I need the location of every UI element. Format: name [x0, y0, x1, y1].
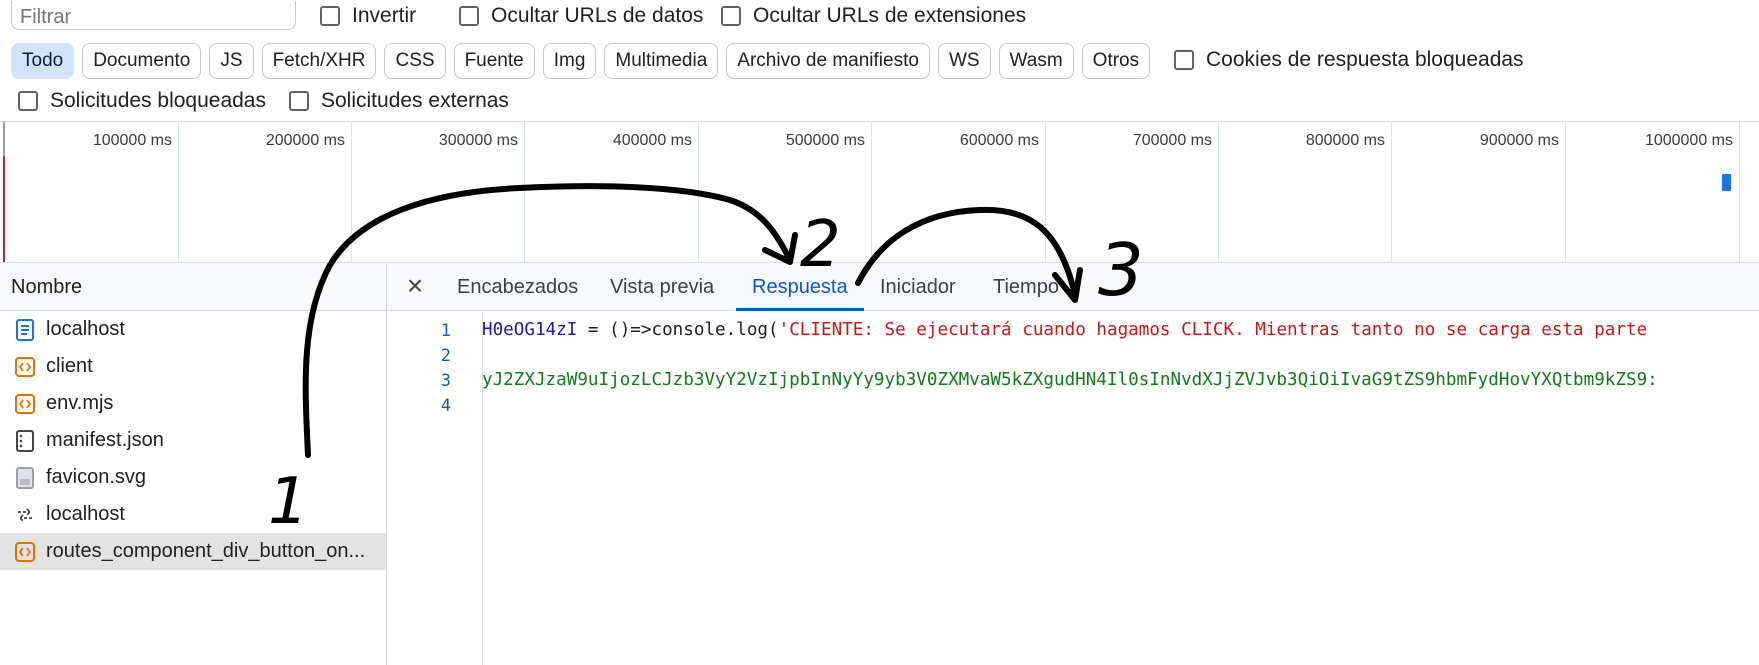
timeline-request-bar [1722, 174, 1731, 191]
blocked-response-cookies-checkbox[interactable]: Cookies de respuesta bloqueadas [1174, 48, 1524, 72]
script-icon [14, 541, 36, 563]
timeline-division: 700000 ms [1046, 122, 1219, 263]
timeline-tick-label: 400000 ms [612, 132, 692, 149]
hide-data-urls-label: Ocultar URLs de datos [491, 4, 704, 27]
script-icon [14, 356, 36, 378]
request-name: env.mjs [46, 392, 114, 414]
request-row-selected[interactable]: routes_component_div_button_on... [0, 533, 386, 570]
timeline-tick-label: 800000 ms [1305, 132, 1385, 149]
request-detail-panel: × Encabezados Vista previa Respuesta Ini… [388, 263, 1759, 665]
invert-checkbox[interactable]: Invertir [320, 4, 416, 28]
hide-extension-urls-checkbox[interactable]: Ocultar URLs de extensiones [721, 4, 1026, 28]
type-filter-media[interactable]: Multimedia [604, 43, 719, 79]
blocked-response-cookies-label: Cookies de respuesta bloqueadas [1206, 48, 1524, 71]
timeline-tick-label: 1000000 ms [1644, 132, 1733, 149]
script-icon [14, 393, 36, 415]
third-party-requests-checkbox[interactable]: Solicitudes externas [289, 89, 509, 113]
request-name: client [46, 355, 93, 377]
document-icon [14, 318, 36, 341]
blocked-requests-checkbox[interactable]: Solicitudes bloqueadas [18, 89, 266, 113]
type-filter-font[interactable]: Fuente [453, 43, 535, 79]
timeline-division: 400000 ms [525, 122, 699, 263]
checkbox-box[interactable] [459, 6, 479, 26]
request-row[interactable]: localhost [0, 311, 386, 348]
request-list: Nombre localhost client env.mjs manifest… [0, 263, 387, 665]
timeline-division: 100000 ms [0, 122, 179, 263]
request-name: routes_component_div_button_on... [46, 540, 366, 562]
code-line-3: yJ2ZXJzaW9uIjozLCJzb3VyY2VzIjpbInNyYy9yb… [482, 370, 1658, 390]
code-string: 'CLIENTE: Se ejecutará cuando hagamos CL… [778, 320, 1648, 340]
code-operator: = ()=>console.log( [577, 320, 779, 340]
type-filter-all[interactable]: Todo [11, 43, 75, 79]
checkbox-box[interactable] [1174, 50, 1194, 70]
type-filter-wasm[interactable]: Wasm [998, 43, 1074, 79]
timeline-division: 900000 ms [1392, 122, 1566, 263]
timeline-tick-label: 500000 ms [785, 132, 865, 149]
request-row[interactable]: env.mjs [0, 385, 386, 422]
code-identifier: H0eOG14zI [482, 320, 578, 340]
tab-timing[interactable]: Tiempo [993, 263, 1059, 311]
line-number: 4 [440, 396, 451, 416]
blocked-requests-label: Solicitudes bloqueadas [50, 89, 266, 112]
type-filter-js[interactable]: JS [209, 43, 254, 79]
filter-input[interactable] [11, 1, 296, 30]
response-code-viewer[interactable]: 1 2 3 4 H0eOG14zI = ()=>console.log('CLI… [388, 311, 1759, 665]
timeline-division: 200000 ms [179, 122, 352, 263]
third-party-requests-label: Solicitudes externas [321, 89, 509, 112]
tab-response[interactable]: Respuesta [736, 263, 864, 311]
timeline-division: 800000 ms [1219, 122, 1392, 263]
checkbox-box[interactable] [721, 6, 741, 26]
requests-and-details: Nombre localhost client env.mjs manifest… [0, 262, 1759, 665]
request-row[interactable]: client [0, 348, 386, 385]
timeline-tick-label: 600000 ms [959, 132, 1039, 149]
image-icon [14, 466, 36, 489]
request-name: localhost [46, 318, 125, 340]
timeline-division: 300000 ms [352, 122, 525, 263]
request-row[interactable]: manifest.json [0, 422, 386, 459]
timeline-tick-label: 300000 ms [438, 132, 518, 149]
tab-preview[interactable]: Vista previa [610, 263, 714, 311]
request-row[interactable]: favicon.svg [0, 459, 386, 496]
timeline-tick-label: 700000 ms [1132, 132, 1212, 149]
request-row[interactable]: localhost [0, 496, 386, 533]
close-icon[interactable]: × [402, 272, 428, 300]
timeline-division: 1000000 ms [1566, 122, 1740, 263]
timeline-tick-label: 200000 ms [265, 132, 345, 149]
timeline-division: 600000 ms [872, 122, 1046, 263]
invert-label: Invertir [352, 4, 417, 27]
timeline-tick-label: 100000 ms [92, 132, 172, 149]
code-line-1: H0eOG14zI = ()=>console.log('CLIENTE: Se… [482, 320, 1647, 340]
timeline-division: 500000 ms [699, 122, 872, 263]
line-number-gutter: 1 2 3 4 [388, 311, 483, 665]
type-filter-fetch-xhr[interactable]: Fetch/XHR [261, 43, 377, 79]
type-filter-manifest[interactable]: Archivo de manifiesto [726, 43, 930, 79]
type-filter-ws[interactable]: WS [937, 43, 991, 79]
websocket-icon [14, 504, 36, 526]
checkbox-box[interactable] [289, 91, 309, 111]
type-filter-img[interactable]: Img [542, 43, 597, 79]
name-column-header[interactable]: Nombre [0, 263, 386, 311]
line-number: 1 [440, 321, 451, 341]
timeline-tick-label: 900000 ms [1479, 132, 1559, 149]
type-filter-other[interactable]: Otros [1081, 43, 1151, 79]
resource-type-filters: Todo Documento JS Fetch/XHR CSS Fuente I… [11, 42, 1151, 80]
checkbox-box[interactable] [320, 6, 340, 26]
request-name: manifest.json [46, 429, 164, 451]
hide-data-urls-checkbox[interactable]: Ocultar URLs de datos [459, 4, 703, 28]
filter-toolbar: Invertir Ocultar URLs de datos Ocultar U… [0, 0, 1759, 34]
tab-headers[interactable]: Encabezados [457, 263, 578, 311]
line-number: 2 [440, 346, 451, 366]
detail-tabs: × Encabezados Vista previa Respuesta Ini… [388, 263, 1759, 311]
tab-initiator[interactable]: Iniciador [880, 263, 956, 311]
line-number: 3 [440, 371, 451, 391]
type-filter-document[interactable]: Documento [82, 43, 202, 79]
file-icon [14, 429, 36, 452]
type-filter-css[interactable]: CSS [384, 43, 446, 79]
request-name: favicon.svg [46, 466, 147, 488]
hide-extension-urls-label: Ocultar URLs de extensiones [753, 4, 1027, 27]
request-name: localhost [46, 503, 125, 525]
checkbox-box[interactable] [18, 91, 38, 111]
network-overview-timeline[interactable]: 100000 ms 200000 ms 300000 ms 400000 ms … [0, 121, 1759, 263]
